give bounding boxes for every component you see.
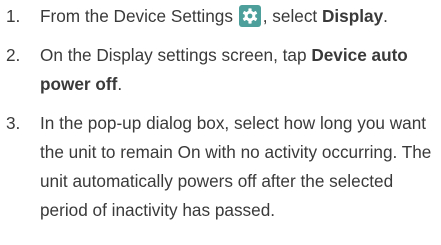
setting-name: Display <box>321 6 384 26</box>
instruction-steps: 1. From the Device Settings , select Dis… <box>0 0 441 225</box>
step-text: From the Device Settings <box>40 6 233 26</box>
step-3: 3. In the pop-up dialog box, select how … <box>0 109 441 225</box>
step-1: 1. From the Device Settings , select Dis… <box>0 2 441 31</box>
step-text: . <box>117 74 123 94</box>
step-text: In the pop-up dialog box, select how lon… <box>40 113 432 220</box>
step-2: 2. On the Display settings screen, tap D… <box>0 41 441 99</box>
step-text: On the Display settings screen, tap <box>40 45 307 65</box>
gear-icon <box>238 5 261 27</box>
step-text: , select <box>262 6 318 26</box>
step-number: 3. <box>6 113 21 133</box>
step-text: . <box>383 6 388 26</box>
step-number: 2. <box>6 45 21 65</box>
step-number: 1. <box>6 6 21 26</box>
